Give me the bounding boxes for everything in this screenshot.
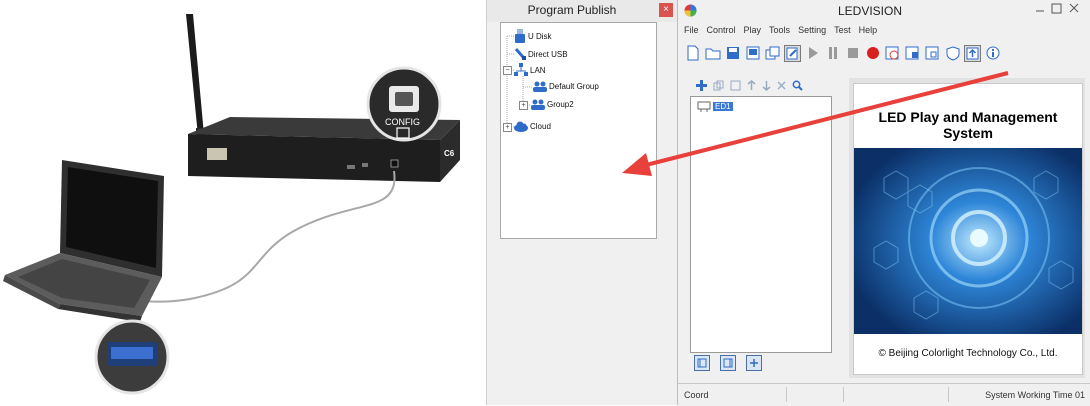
- hardware-connection-illustration: CONFIG C6: [3, 14, 460, 395]
- timer-icon[interactable]: [884, 45, 901, 62]
- edit-icon[interactable]: [784, 44, 801, 62]
- main-toolbar: [684, 42, 1001, 64]
- status-working-time: System Working Time 01: [985, 390, 1085, 400]
- model-label: C6: [444, 149, 455, 158]
- config-port-callout: CONFIG: [366, 66, 442, 142]
- display-icon: [697, 101, 711, 112]
- tree-item-cloud[interactable]: Cloud: [514, 120, 551, 132]
- minimize-icon[interactable]: [1035, 4, 1045, 14]
- group2-expand-toggle[interactable]: +: [519, 101, 528, 110]
- tree-item-default-group[interactable]: Default Group: [533, 80, 599, 92]
- move-up-icon[interactable]: [747, 80, 756, 91]
- search-icon[interactable]: [792, 80, 803, 91]
- copy-icon[interactable]: [713, 80, 724, 91]
- splash-panel: LED Play and Management System © Beijing…: [849, 78, 1085, 378]
- menu-setting[interactable]: Setting: [798, 25, 826, 39]
- move-down-icon[interactable]: [762, 80, 771, 91]
- tree-item-label: Default Group: [549, 81, 599, 91]
- group-icon: [533, 81, 547, 92]
- tree-item-group2[interactable]: Group2: [531, 98, 574, 110]
- menu-bar: File Control Play Tools Setting Test Hel…: [684, 25, 877, 39]
- laptop: [3, 160, 164, 322]
- config-label: CONFIG: [385, 117, 420, 127]
- pause-icon[interactable]: [824, 45, 841, 62]
- program-publish-titlebar: Program Publish ×: [487, 0, 678, 22]
- screen-tree[interactable]: ED1: [690, 96, 832, 353]
- menu-help[interactable]: Help: [859, 25, 878, 39]
- cloud-icon: [514, 121, 528, 132]
- delete-icon[interactable]: [777, 81, 786, 90]
- tree-item-u-disk[interactable]: U Disk: [514, 29, 552, 43]
- maximize-icon[interactable]: [1051, 3, 1062, 14]
- record-icon[interactable]: [864, 45, 881, 62]
- tree-item-label: Cloud: [530, 121, 551, 131]
- info-icon[interactable]: [984, 45, 1001, 62]
- window-close-icon[interactable]: [1069, 3, 1079, 13]
- status-coord: Coord: [684, 390, 709, 400]
- splash-title: LED Play and Management System: [878, 109, 1058, 141]
- add-icon[interactable]: [696, 80, 707, 91]
- tree-toolbar: [696, 80, 803, 91]
- screen-node-label[interactable]: ED1: [713, 102, 733, 111]
- status-bar: Coord System Working Time 01: [678, 383, 1090, 406]
- menu-play[interactable]: Play: [744, 25, 762, 39]
- stop-icon[interactable]: [844, 45, 861, 62]
- film-strip-alt-icon[interactable]: [720, 355, 736, 371]
- app-title: LEDVISION: [838, 4, 903, 18]
- cloud-expand-toggle[interactable]: +: [503, 123, 512, 132]
- copyright-text: © Beijing Colorlight Technology Co., Ltd…: [878, 348, 1058, 359]
- ledvision-window: LEDVISION File Control Play Tools Settin…: [677, 0, 1090, 406]
- usb-cable-icon: [514, 48, 526, 60]
- lan-collapse-toggle[interactable]: −: [503, 66, 512, 75]
- menu-test[interactable]: Test: [834, 25, 851, 39]
- tree-item-lan[interactable]: LAN: [514, 63, 546, 77]
- tree-item-label: LAN: [530, 65, 546, 75]
- usb-port-callout: [94, 319, 170, 395]
- tree-bottom-toolbar: [694, 355, 762, 371]
- save-icon[interactable]: [724, 45, 741, 62]
- program-publish-title: Program Publish: [527, 3, 617, 17]
- tree-item-label: Direct USB: [528, 49, 568, 59]
- menu-control[interactable]: Control: [707, 25, 736, 39]
- shield-icon[interactable]: [944, 45, 961, 62]
- ledvision-titlebar: LEDVISION: [678, 0, 1090, 22]
- menu-file[interactable]: File: [684, 25, 699, 39]
- add-page-icon[interactable]: [746, 355, 762, 371]
- close-button[interactable]: ×: [659, 3, 673, 17]
- play-icon[interactable]: [804, 45, 821, 62]
- network-icon: [514, 63, 528, 76]
- tree-item-direct-usb[interactable]: Direct USB: [514, 47, 568, 61]
- screen-param-icon[interactable]: [904, 45, 921, 62]
- usb-drive-icon: [515, 29, 525, 43]
- screen-icon[interactable]: [744, 45, 761, 62]
- open-folder-icon[interactable]: [704, 45, 721, 62]
- tree-item-label: Group2: [547, 99, 574, 109]
- splash-graphic: [854, 148, 1082, 334]
- menu-tools[interactable]: Tools: [769, 25, 790, 39]
- cloud-publish-icon[interactable]: [964, 44, 981, 62]
- program-publish-window: Program Publish × − + + U Disk Direct US…: [486, 0, 678, 405]
- film-strip-icon[interactable]: [694, 355, 710, 371]
- app-logo-icon: [684, 4, 697, 17]
- splash-card: LED Play and Management System © Beijing…: [853, 83, 1083, 375]
- publish-target-tree[interactable]: − + + U Disk Direct USB LAN Default Grou…: [500, 22, 657, 239]
- screen-window-icon[interactable]: [924, 45, 941, 62]
- group-icon: [531, 99, 545, 110]
- new-file-icon[interactable]: [684, 45, 701, 62]
- layers-icon[interactable]: [764, 45, 781, 62]
- paste-icon[interactable]: [730, 80, 741, 91]
- tree-item-label: U Disk: [528, 31, 552, 41]
- antenna: [186, 14, 206, 142]
